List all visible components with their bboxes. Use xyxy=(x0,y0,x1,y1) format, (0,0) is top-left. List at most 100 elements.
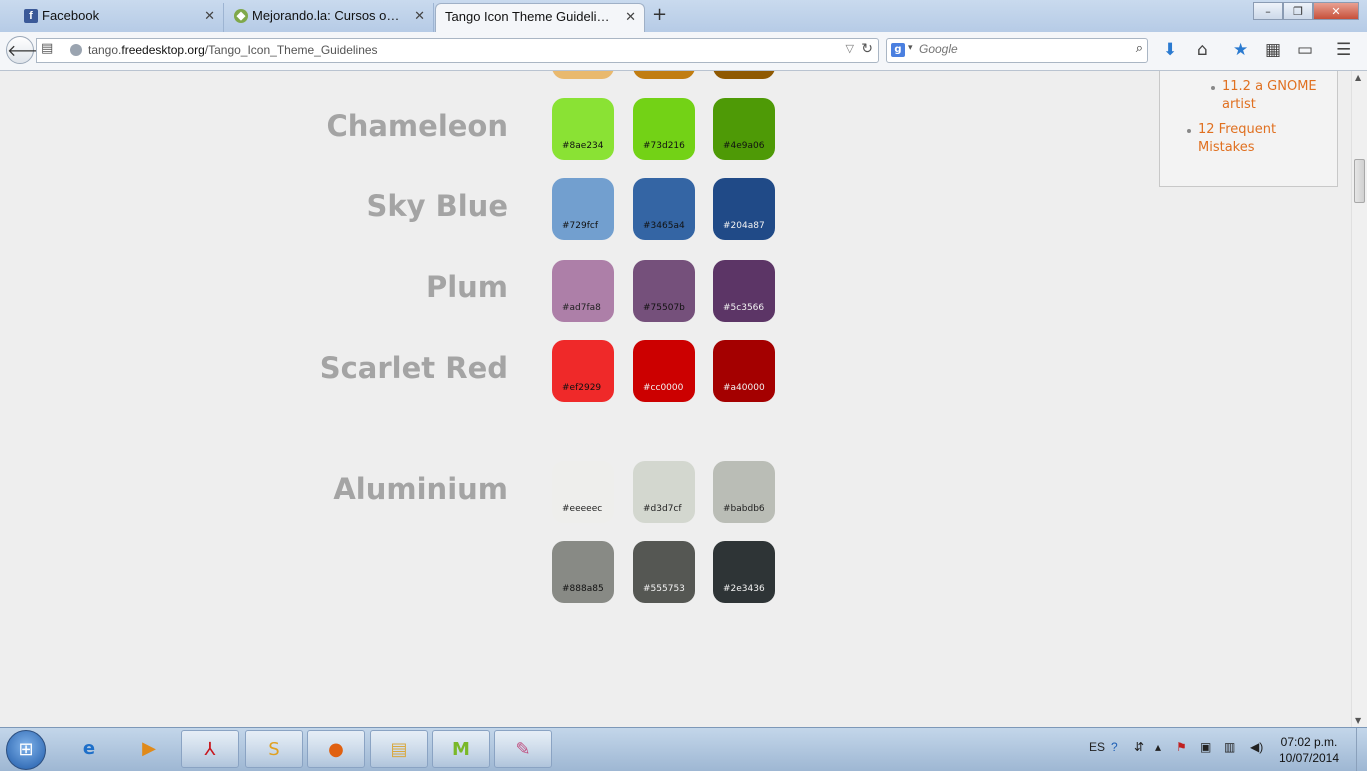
swatch-aluminium-6: #2e3436 xyxy=(713,541,775,603)
new-tab-button[interactable]: + xyxy=(652,4,667,26)
url-bar[interactable]: ▤ tango.freedesktop.org/Tango_Icon_Theme… xyxy=(36,38,879,63)
toc-link-12-line2[interactable]: Mistakes xyxy=(1198,139,1255,157)
tab-strip: f Facebook ✕ ◆ Mejorando.la: Cursos onli… xyxy=(0,0,1367,32)
show-desktop-button[interactable] xyxy=(1356,728,1367,771)
start-button[interactable]: ⊞ xyxy=(6,730,46,770)
usb-device-icon[interactable]: ▣ xyxy=(1200,740,1211,754)
swatch-hex: #8ae234 xyxy=(562,141,604,151)
swatch-sky-blue-1: #729fcf xyxy=(552,178,614,240)
close-tab-icon[interactable]: ✕ xyxy=(414,3,425,29)
tab-tango-guidelines[interactable]: Tango Icon Theme Guidelines ... ✕ xyxy=(435,3,645,32)
tab-label: Facebook xyxy=(42,8,100,23)
swatch-hex: #729fcf xyxy=(562,221,599,231)
language-indicator[interactable]: ES xyxy=(1089,740,1105,754)
scrollbar-thumb[interactable] xyxy=(1354,159,1365,203)
system-clock[interactable]: 07:02 p.m. 10/07/2014 xyxy=(1276,734,1342,766)
restore-button[interactable]: ❐ xyxy=(1283,2,1313,20)
scroll-down-icon[interactable]: ▼ xyxy=(1355,716,1361,725)
home-icon[interactable]: ⌂ xyxy=(1197,40,1208,60)
swatch-aluminium-5: #555753 xyxy=(633,541,695,603)
file-explorer-icon[interactable]: ▤ xyxy=(370,730,428,768)
search-engine-dropdown-icon[interactable]: ▾ xyxy=(908,43,913,53)
notification-icon[interactable]: ⇵ xyxy=(1134,740,1144,754)
family-title-aluminium: Aluminium xyxy=(333,472,508,506)
swatch-hex: #204a87 xyxy=(723,221,765,231)
swatch-scarlet-red-1: #ef2929 xyxy=(552,340,614,402)
swatch-chameleon-2: #73d216 xyxy=(633,98,695,160)
tab-facebook[interactable]: f Facebook ✕ xyxy=(18,3,224,32)
close-window-button[interactable]: ✕ xyxy=(1313,2,1359,20)
movistar-icon[interactable]: M xyxy=(432,730,490,768)
swatch-sky-blue-2: #3465a4 xyxy=(633,178,695,240)
swatch-hex: #73d216 xyxy=(643,141,685,151)
adobe-reader-icon[interactable]: ⅄ xyxy=(181,730,239,768)
swatch-hex: #5c3566 xyxy=(723,303,765,313)
toc-link-11-2-line1[interactable]: 11.2 a GNOME xyxy=(1222,78,1317,96)
new-window-icon[interactable]: ▭ xyxy=(1297,40,1313,60)
swatch-scarlet-red-3: #a40000 xyxy=(713,340,775,402)
windows-taskbar: ⊞ e ▶ ⅄ S ● ▤ M ✎ ES ? ⇵ ▴ ⚑ ▣ ▥ ◀) 07:0… xyxy=(0,727,1367,771)
swatch-hex: #cc0000 xyxy=(643,383,684,393)
show-hidden-icons-icon[interactable]: ▴ xyxy=(1155,740,1161,754)
media-player-icon[interactable]: ▶ xyxy=(120,730,178,768)
family-title-plum: Plum xyxy=(425,270,508,304)
swatch-hex: #75507b xyxy=(643,303,685,313)
volume-icon[interactable]: ◀) xyxy=(1250,740,1263,754)
menu-icon[interactable]: ☰ xyxy=(1336,40,1351,60)
internet-explorer-icon[interactable]: e xyxy=(60,730,118,768)
scroll-up-icon[interactable]: ▲ xyxy=(1355,73,1361,82)
swatch-chameleon-3: #4e9a06 xyxy=(713,98,775,160)
swatch-hex: #4e9a06 xyxy=(723,141,765,151)
toc-link-11-1[interactable]: artist xyxy=(1222,71,1256,72)
swatch-hex: #eeeeec xyxy=(562,504,603,514)
url-text[interactable]: tango.freedesktop.org/Tango_Icon_Theme_G… xyxy=(88,43,378,57)
url-prefix: tango. xyxy=(88,43,122,57)
toc-link-11-2-line2[interactable]: artist xyxy=(1222,96,1256,114)
family-title-sky-blue: Sky Blue xyxy=(366,189,508,223)
firefox-icon[interactable]: ● xyxy=(307,730,365,768)
tab-label: Mejorando.la: Cursos onlin... xyxy=(252,8,418,23)
partial-swatch xyxy=(552,71,614,79)
swatch-hex: #555753 xyxy=(643,584,685,594)
site-identity-icon[interactable] xyxy=(70,44,82,56)
back-button[interactable]: 🡐 xyxy=(6,36,50,64)
search-icon[interactable]: ⌕ xyxy=(1136,41,1143,56)
bookmark-star-icon[interactable]: ★ xyxy=(1233,40,1248,60)
facebook-icon: f xyxy=(24,9,38,23)
close-tab-icon[interactable]: ✕ xyxy=(204,3,215,29)
search-input[interactable] xyxy=(919,42,1119,56)
paint-icon[interactable]: ✎ xyxy=(494,730,552,768)
clock-date: 10/07/2014 xyxy=(1278,751,1340,765)
toc-link-12-line1[interactable]: 12 Frequent xyxy=(1198,121,1276,139)
url-path: /Tango_Icon_Theme_Guidelines xyxy=(204,43,378,57)
close-tab-icon[interactable]: ✕ xyxy=(625,4,636,30)
sublime-text-icon[interactable]: S xyxy=(245,730,303,768)
action-center-icon[interactable]: ⚑ xyxy=(1176,740,1187,754)
vertical-scrollbar[interactable]: ▲ ▼ xyxy=(1351,71,1367,727)
swatch-plum-3: #5c3566 xyxy=(713,260,775,322)
family-title-chameleon: Chameleon xyxy=(326,109,508,143)
swatch-hex: #ef2929 xyxy=(562,383,602,393)
swatch-sky-blue-3: #204a87 xyxy=(713,178,775,240)
reload-icon[interactable]: ↻ xyxy=(861,41,873,57)
network-icon[interactable]: ▥ xyxy=(1224,740,1235,754)
swatch-hex: #ad7fa8 xyxy=(562,303,601,313)
minimize-button[interactable]: – xyxy=(1253,2,1283,20)
swatch-hex: #2e3436 xyxy=(723,584,765,594)
url-dropdown-icon[interactable]: ▽ xyxy=(846,42,854,55)
swatch-aluminium-1: #eeeeec xyxy=(552,461,614,523)
page-content: Chameleon #8ae234 #73d216 #4e9a06 Sky Bl… xyxy=(0,71,1351,727)
bookmarks-menu-icon[interactable]: ▦ xyxy=(1265,40,1281,60)
swatch-chameleon-1: #8ae234 xyxy=(552,98,614,160)
history-icon[interactable]: ▤ xyxy=(41,41,53,56)
search-bar[interactable]: g ▾ ⌕ xyxy=(886,38,1148,63)
url-domain: freedesktop.org xyxy=(121,43,205,57)
downloads-icon[interactable]: ⬇ xyxy=(1163,40,1177,60)
help-icon[interactable]: ? xyxy=(1111,740,1118,754)
clock-time: 07:02 p.m. xyxy=(1280,735,1338,749)
toc-bullet xyxy=(1211,86,1215,90)
tab-mejorandola[interactable]: ◆ Mejorando.la: Cursos onlin... ✕ xyxy=(228,3,434,32)
swatch-aluminium-2: #d3d7cf xyxy=(633,461,695,523)
google-icon[interactable]: g xyxy=(891,43,905,57)
swatch-hex: #888a85 xyxy=(562,584,604,594)
